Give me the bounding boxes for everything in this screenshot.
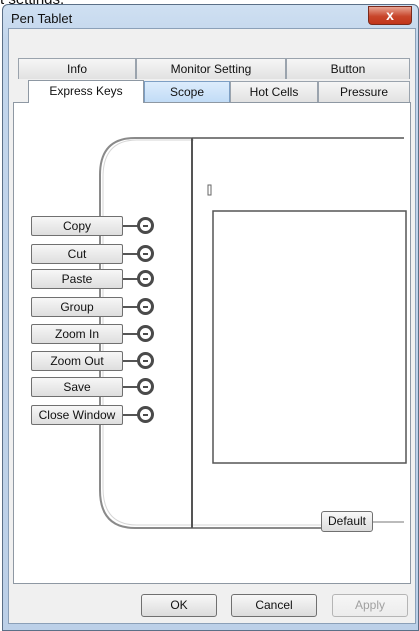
- connector-line: [123, 278, 138, 280]
- express-key-zoom-in[interactable]: Zoom In: [31, 324, 123, 344]
- express-key-cut[interactable]: Cut: [31, 244, 123, 264]
- express-key-zoom-out[interactable]: Zoom Out: [31, 351, 123, 371]
- key-indicator-icon: [137, 270, 154, 287]
- express-key-copy[interactable]: Copy: [31, 216, 123, 236]
- connector-line: [123, 386, 138, 388]
- express-key-paste[interactable]: Paste: [31, 269, 123, 289]
- key-indicator-icon: [137, 378, 154, 395]
- key-indicator-icon: [137, 325, 154, 342]
- key-indicator-icon: [137, 352, 154, 369]
- connector-line: [123, 253, 138, 255]
- connector-line: [123, 225, 138, 227]
- key-indicator-icon: [137, 245, 154, 262]
- ok-button[interactable]: OK: [141, 594, 217, 617]
- express-key-group[interactable]: Group: [31, 297, 123, 317]
- apply-button[interactable]: Apply: [332, 594, 408, 617]
- tab-express-keys[interactable]: Express Keys: [28, 80, 144, 103]
- connector-line: [123, 414, 138, 416]
- express-key-save[interactable]: Save: [31, 377, 123, 397]
- key-indicator-icon: [137, 217, 154, 234]
- connector-line: [123, 333, 138, 335]
- connector-line: [123, 360, 138, 362]
- connector-line: [123, 306, 138, 308]
- default-button[interactable]: Default: [321, 511, 373, 532]
- key-indicator-icon: [137, 406, 154, 423]
- express-key-close-window[interactable]: Close Window: [31, 405, 123, 425]
- key-indicator-icon: [137, 298, 154, 315]
- cancel-button[interactable]: Cancel: [231, 594, 317, 617]
